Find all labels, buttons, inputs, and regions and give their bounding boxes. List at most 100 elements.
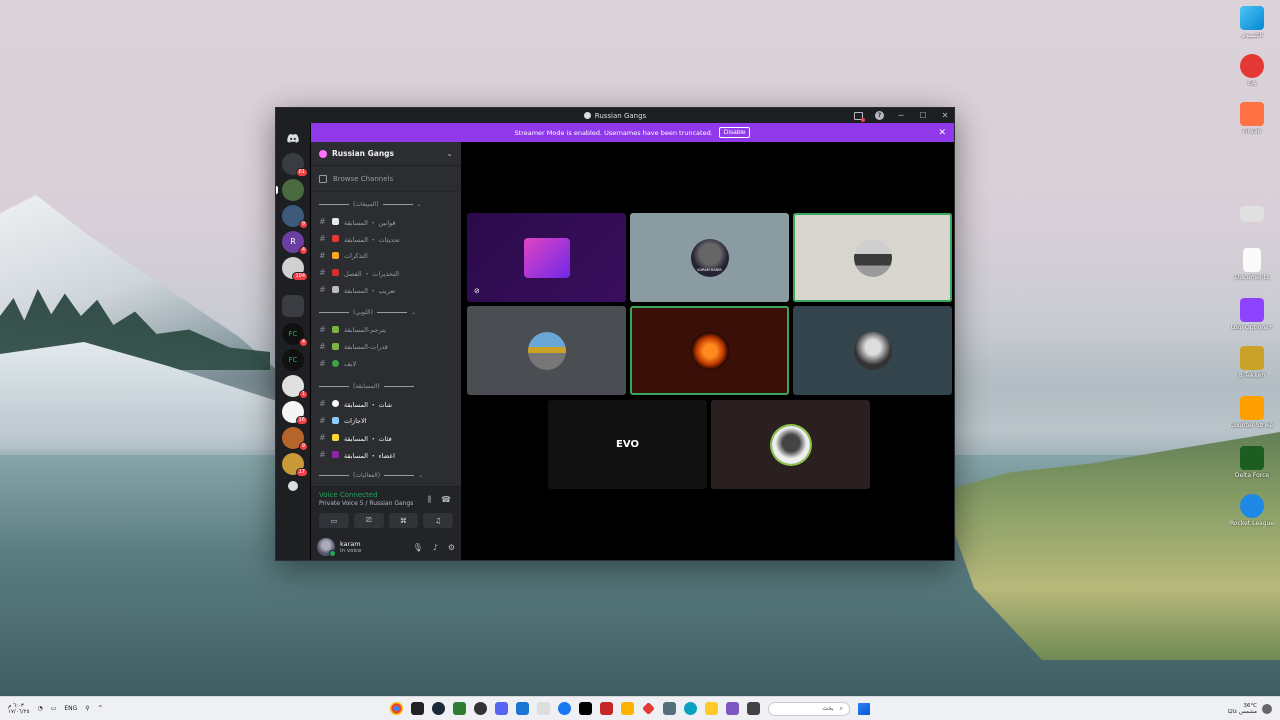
app-icon[interactable] xyxy=(453,702,466,715)
maximize-button[interactable]: ☐ xyxy=(918,111,928,120)
app-icon[interactable] xyxy=(474,702,487,715)
terminal-icon[interactable] xyxy=(411,702,424,715)
rail-server-9[interactable] xyxy=(288,481,298,491)
app-icon[interactable] xyxy=(747,702,760,715)
notification-icon[interactable]: ◔ xyxy=(37,705,42,712)
app-icon[interactable] xyxy=(663,702,676,715)
rail-server-3[interactable]: R 4 xyxy=(282,231,308,255)
participant-tile-speaking[interactable] xyxy=(793,213,952,302)
channel-item[interactable]: # التذكرات xyxy=(311,247,461,264)
disable-streamer-mode-button[interactable]: Disable xyxy=(718,127,751,138)
desktop-icon-logi[interactable]: Logi Options+ xyxy=(1230,298,1274,331)
help-icon[interactable]: ? xyxy=(875,111,884,120)
rail-server-2[interactable]: 9 xyxy=(282,205,308,229)
app-icon[interactable] xyxy=(642,702,655,715)
chevron-up-icon[interactable]: ^ xyxy=(98,705,103,712)
rail-server-1[interactable] xyxy=(282,179,304,201)
desktop-icon-fire36[interactable]: Fire36 xyxy=(1230,102,1274,135)
window-title: Russian Gangs xyxy=(583,112,646,120)
browse-channels-button[interactable]: Browse Channels xyxy=(311,166,461,192)
close-banner-icon[interactable]: ✕ xyxy=(938,128,946,138)
language-indicator[interactable]: ENG xyxy=(64,705,77,712)
desktop-icon-computer[interactable]: الكمبيوتر xyxy=(1230,6,1274,39)
clock[interactable]: ٦:٠٣ م ١٧/٠٦/٢٥ xyxy=(8,703,29,715)
desktop-icon-tekken[interactable]: 8 Tekken xyxy=(1230,346,1274,379)
rail-server-fc2[interactable]: FC xyxy=(282,349,304,371)
channel-item[interactable]: # تعريب ・ المسابقة xyxy=(311,281,461,298)
facebook-icon[interactable] xyxy=(558,702,571,715)
app-icon[interactable] xyxy=(537,702,550,715)
desktop-icon-file[interactable] xyxy=(1230,206,1274,224)
participant-tile[interactable]: ⊘ xyxy=(467,213,626,302)
app-icon[interactable] xyxy=(621,702,634,715)
rail-server-7[interactable]: 9 xyxy=(282,427,308,451)
participant-tile[interactable] xyxy=(793,306,952,395)
network-icon[interactable]: ▭ xyxy=(51,705,57,712)
category-sales[interactable]: (المبيعات) ⌄ xyxy=(311,196,461,213)
start-button[interactable] xyxy=(858,702,870,715)
file-explorer-icon[interactable] xyxy=(705,702,718,715)
participant-tile[interactable]: KARAM HABIB xyxy=(630,213,789,302)
tiktok-icon[interactable] xyxy=(579,702,592,715)
server-header[interactable]: Russian Gangs ⌄ xyxy=(311,142,461,166)
desktop-icon-rocket-league[interactable]: Rocket League xyxy=(1230,494,1274,527)
discord-icon[interactable] xyxy=(495,702,508,715)
rail-folder[interactable] xyxy=(282,295,304,317)
desktop-icon-cs2[interactable]: Counter-Strike 2 xyxy=(1230,396,1274,429)
rail-server-fc[interactable]: FC 4 xyxy=(282,323,308,347)
channel-item[interactable]: # فئات ・ المسابقة xyxy=(311,429,461,446)
disconnect-icon[interactable]: ☎ xyxy=(441,495,451,505)
rail-server-8[interactable]: 17 xyxy=(282,453,308,477)
category-lobby[interactable]: (اللوبي) ⌄ xyxy=(311,304,461,321)
channel-emoji-icon xyxy=(332,417,339,424)
participant-tile[interactable] xyxy=(711,400,870,489)
desktop-icon-ea[interactable]: EA xyxy=(1230,54,1274,87)
camera-button[interactable]: ▭ xyxy=(319,513,349,528)
channel-item[interactable]: # تحديثات ・ المسابقة xyxy=(311,230,461,247)
desktop-icon-documents[interactable]: Documents xyxy=(1230,248,1274,281)
mcafee-icon[interactable] xyxy=(600,702,613,715)
weather-widget[interactable]: 36°C مشمس غالبًا xyxy=(1228,703,1272,715)
participant-tile[interactable] xyxy=(467,306,626,395)
noise-suppression-icon[interactable]: ⫼ xyxy=(427,495,431,505)
screen-share-button[interactable]: ⎚ xyxy=(353,513,384,528)
participant-tile-speaking[interactable] xyxy=(630,306,789,395)
chrome-icon[interactable] xyxy=(390,702,403,715)
channel-label: فئات ・ المسابقة xyxy=(344,434,392,443)
channel-item[interactable]: # الاجازات xyxy=(311,412,461,429)
channel-item[interactable]: # التحذيرات ・ الفصل xyxy=(311,264,461,281)
rail-server-4[interactable]: 104 xyxy=(282,257,308,281)
soundboard-button[interactable]: ♫ xyxy=(423,513,453,528)
desktop-icon-delta-force[interactable]: Delta Force xyxy=(1230,446,1274,479)
avatar[interactable] xyxy=(317,538,336,557)
app-icon[interactable] xyxy=(726,702,739,715)
channel-item[interactable]: # قوانين ・ المسابقة xyxy=(311,213,461,230)
participant-tile[interactable]: EVO xyxy=(548,400,707,489)
microphone-icon[interactable]: ⚲ xyxy=(85,705,89,712)
channel-item[interactable]: # شات ・ المسابقة xyxy=(311,395,461,412)
channel-item[interactable]: # قدرات-المسابقة xyxy=(311,338,461,355)
user-info[interactable]: karam In voice xyxy=(340,540,361,554)
rail-direct-messages[interactable]: 61 xyxy=(282,153,308,177)
discord-home-button[interactable] xyxy=(282,127,304,149)
channel-item[interactable]: # لايف xyxy=(311,355,461,372)
security-icon[interactable] xyxy=(516,702,529,715)
steam-icon[interactable] xyxy=(432,702,445,715)
activities-button[interactable]: ⌘ xyxy=(388,513,419,528)
gear-icon[interactable]: ⚙ xyxy=(448,543,455,552)
file-icon xyxy=(1240,206,1264,222)
rail-server-5[interactable]: 1 xyxy=(282,375,308,399)
headphones-icon[interactable]: ♪ xyxy=(433,543,438,552)
microphone-icon[interactable]: 🎙︎ xyxy=(413,543,423,552)
hash-icon: # xyxy=(319,342,326,351)
minimize-button[interactable]: ─ xyxy=(896,111,906,120)
close-window-button[interactable]: ✕ xyxy=(940,111,950,120)
channel-item[interactable]: # اعضاء ・ المسابقة xyxy=(311,446,461,463)
channel-item[interactable]: # يترجم-المسابقة xyxy=(311,321,461,338)
edge-icon[interactable] xyxy=(684,702,697,715)
category-contest[interactable]: (المسابقة) xyxy=(311,378,461,395)
category-events[interactable]: (الفعاليات) ⌄ xyxy=(311,467,461,484)
search-input[interactable]: بحث ⌕ xyxy=(768,701,850,716)
rail-server-6[interactable]: 16 xyxy=(282,401,308,425)
inbox-icon[interactable] xyxy=(854,111,865,122)
